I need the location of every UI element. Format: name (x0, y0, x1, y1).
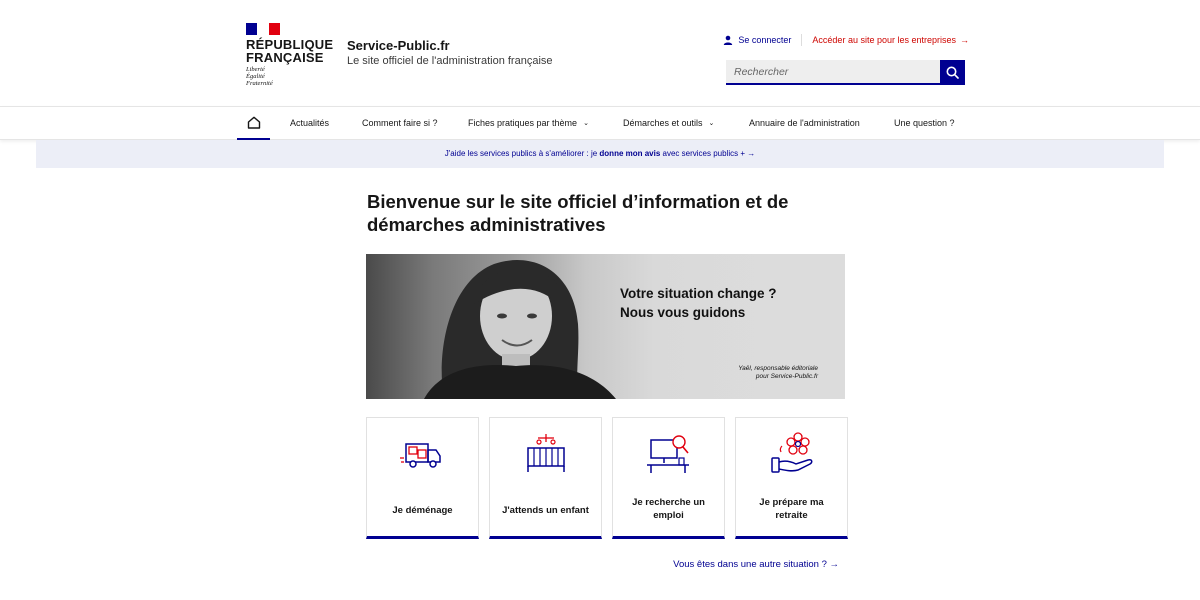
card-je-recherche-un-emploi[interactable]: Je recherche un emploi (612, 417, 725, 539)
motto-fraternite: Fraternité (246, 80, 273, 87)
other-situation-link[interactable]: Vous êtes dans une autre situation ? → (673, 559, 839, 570)
main-nav: Actualités Comment faire si ? Fiches pra… (0, 106, 1200, 140)
card-label: J'attends un enfant (502, 505, 589, 516)
site-header: RÉPUBLIQUE FRANÇAISE Liberté Égalité Fra… (0, 0, 1200, 106)
chevron-down-icon: ⌄ (583, 120, 589, 127)
search-icon (946, 66, 959, 79)
hero-caption-line1: Yaël, responsable éditoriale (738, 365, 818, 372)
feedback-text-pre: J'aide les services publics à s'améliore… (444, 149, 600, 158)
business-site-link[interactable]: Accéder au site pour les entreprises → (812, 35, 969, 45)
arrow-right-icon: → (747, 149, 756, 158)
hero-line2: Nous vous guidons (620, 305, 746, 320)
header-tools: Se connecter Accéder au site pour les en… (723, 34, 969, 46)
moving-truck-icon (399, 443, 441, 468)
arrow-right-icon: → (960, 35, 969, 45)
login-link[interactable]: Se connecter (723, 35, 791, 45)
card-je-prepare-ma-retraite[interactable]: Je prépare ma retraite (735, 417, 848, 539)
hero-banner: Votre situation change ? Nous vous guido… (366, 254, 845, 399)
search-button[interactable] (940, 60, 965, 85)
card-label: Je recherche un emploi (632, 497, 705, 521)
search-input[interactable] (726, 60, 940, 85)
republic-flag-logo[interactable] (246, 23, 280, 35)
nav-item-annuaire[interactable]: Annuaire de l'administration (749, 107, 860, 140)
feedback-text-post: avec services publics + (660, 149, 748, 158)
page-title: Bienvenue sur le site officiel d’informa… (367, 191, 789, 235)
feedback-banner[interactable]: J'aide les services publics à s'améliore… (36, 140, 1164, 168)
republic-block[interactable]: RÉPUBLIQUE FRANÇAISE Liberté Égalité Fra… (246, 38, 336, 87)
card-je-demenage[interactable]: Je déménage (366, 417, 479, 539)
retirement-flower-icon (770, 432, 812, 473)
login-label: Se connecter (738, 35, 792, 45)
hero-line1: Votre situation change ? (620, 286, 777, 301)
hero-heading: Votre situation change ? Nous vous guido… (620, 284, 777, 322)
chevron-down-icon: ⌄ (708, 120, 715, 127)
nav-item-demarches-label: Démarches et outils (623, 118, 703, 128)
other-situation-label: Vous êtes dans une autre situation ? (673, 559, 827, 570)
feedback-text-bold: donne mon avis (599, 149, 661, 158)
card-label: Je déménage (392, 505, 453, 516)
card-j-attends-un-enfant[interactable]: J'attends un enfant (489, 417, 602, 539)
nav-item-comment-faire-si[interactable]: Comment faire si ? (362, 107, 438, 140)
job-search-icon (646, 435, 689, 473)
nav-item-actualites[interactable]: Actualités (290, 107, 329, 140)
user-icon (724, 35, 733, 45)
republic-motto: Liberté Égalité Fraternité (246, 66, 336, 87)
motto-liberte: Liberté (246, 66, 265, 73)
hero-caption: Yaël, responsable éditoriale pour Servic… (738, 365, 818, 381)
nav-home[interactable] (237, 107, 270, 140)
business-site-label: Accéder au site pour les entreprises (812, 35, 956, 45)
nav-item-une-question[interactable]: Une question ? (894, 107, 955, 140)
nav-item-fiches-pratiques[interactable]: Fiches pratiques par thème ⌄ (468, 107, 589, 140)
site-name[interactable]: Service-Public.fr (347, 38, 450, 53)
home-icon (247, 116, 260, 129)
tools-divider (801, 34, 803, 46)
situation-cards: Je déménage J'attends un enfant Je reche… (366, 417, 848, 539)
nav-item-fiches-label: Fiches pratiques par thème (468, 118, 578, 128)
nav-item-demarches[interactable]: Démarches et outils ⌄ (623, 107, 714, 140)
card-label: Je prépare ma retraite (759, 497, 824, 521)
republic-line2: FRANÇAISE (246, 50, 324, 65)
arrow-right-icon: → (829, 559, 840, 570)
site-tagline: Le site officiel de l'administration fra… (347, 55, 553, 67)
search-bar (726, 60, 965, 85)
crib-icon (526, 434, 565, 472)
hero-caption-line2: pour Service-Public.fr (755, 373, 818, 380)
motto-egalite: Égalité (246, 73, 265, 80)
